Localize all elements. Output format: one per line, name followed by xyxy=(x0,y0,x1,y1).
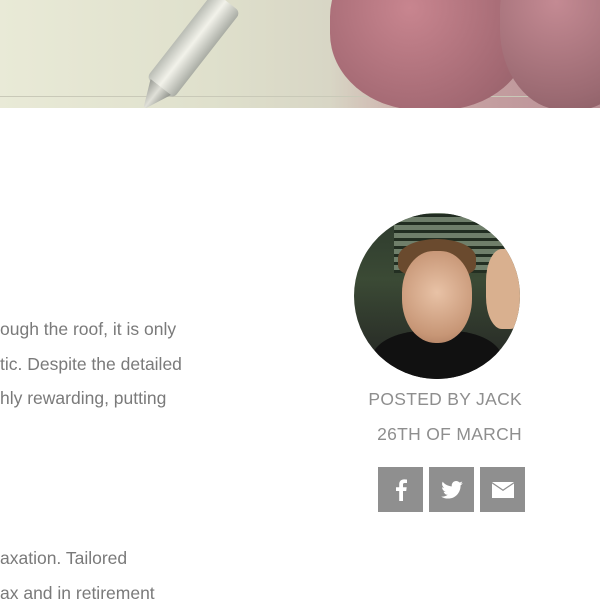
twitter-share-button[interactable] xyxy=(429,467,474,512)
paper-line xyxy=(0,96,600,97)
mail-icon xyxy=(492,482,514,498)
article-line: hly rewarding, putting xyxy=(0,381,340,416)
article-line: ough the roof, it is only xyxy=(0,312,340,347)
article-line: axation. Tailored xyxy=(0,541,340,576)
author-byline: POSTED BY JACK xyxy=(340,389,522,410)
email-share-button[interactable] xyxy=(480,467,525,512)
pen-illustration xyxy=(107,0,255,108)
facebook-icon xyxy=(394,479,408,501)
article-line: tic. Despite the detailed xyxy=(0,347,340,382)
facebook-share-button[interactable] xyxy=(378,467,423,512)
author-avatar[interactable] xyxy=(354,213,520,379)
twitter-icon xyxy=(441,481,463,499)
article-paragraph-1: ough the roof, it is only tic. Despite t… xyxy=(0,312,340,416)
hero-image xyxy=(0,0,600,108)
finger-illustration-2 xyxy=(500,0,600,108)
post-date: 26TH OF MARCH xyxy=(340,424,522,445)
article-line: ax and in retirement xyxy=(0,576,340,610)
